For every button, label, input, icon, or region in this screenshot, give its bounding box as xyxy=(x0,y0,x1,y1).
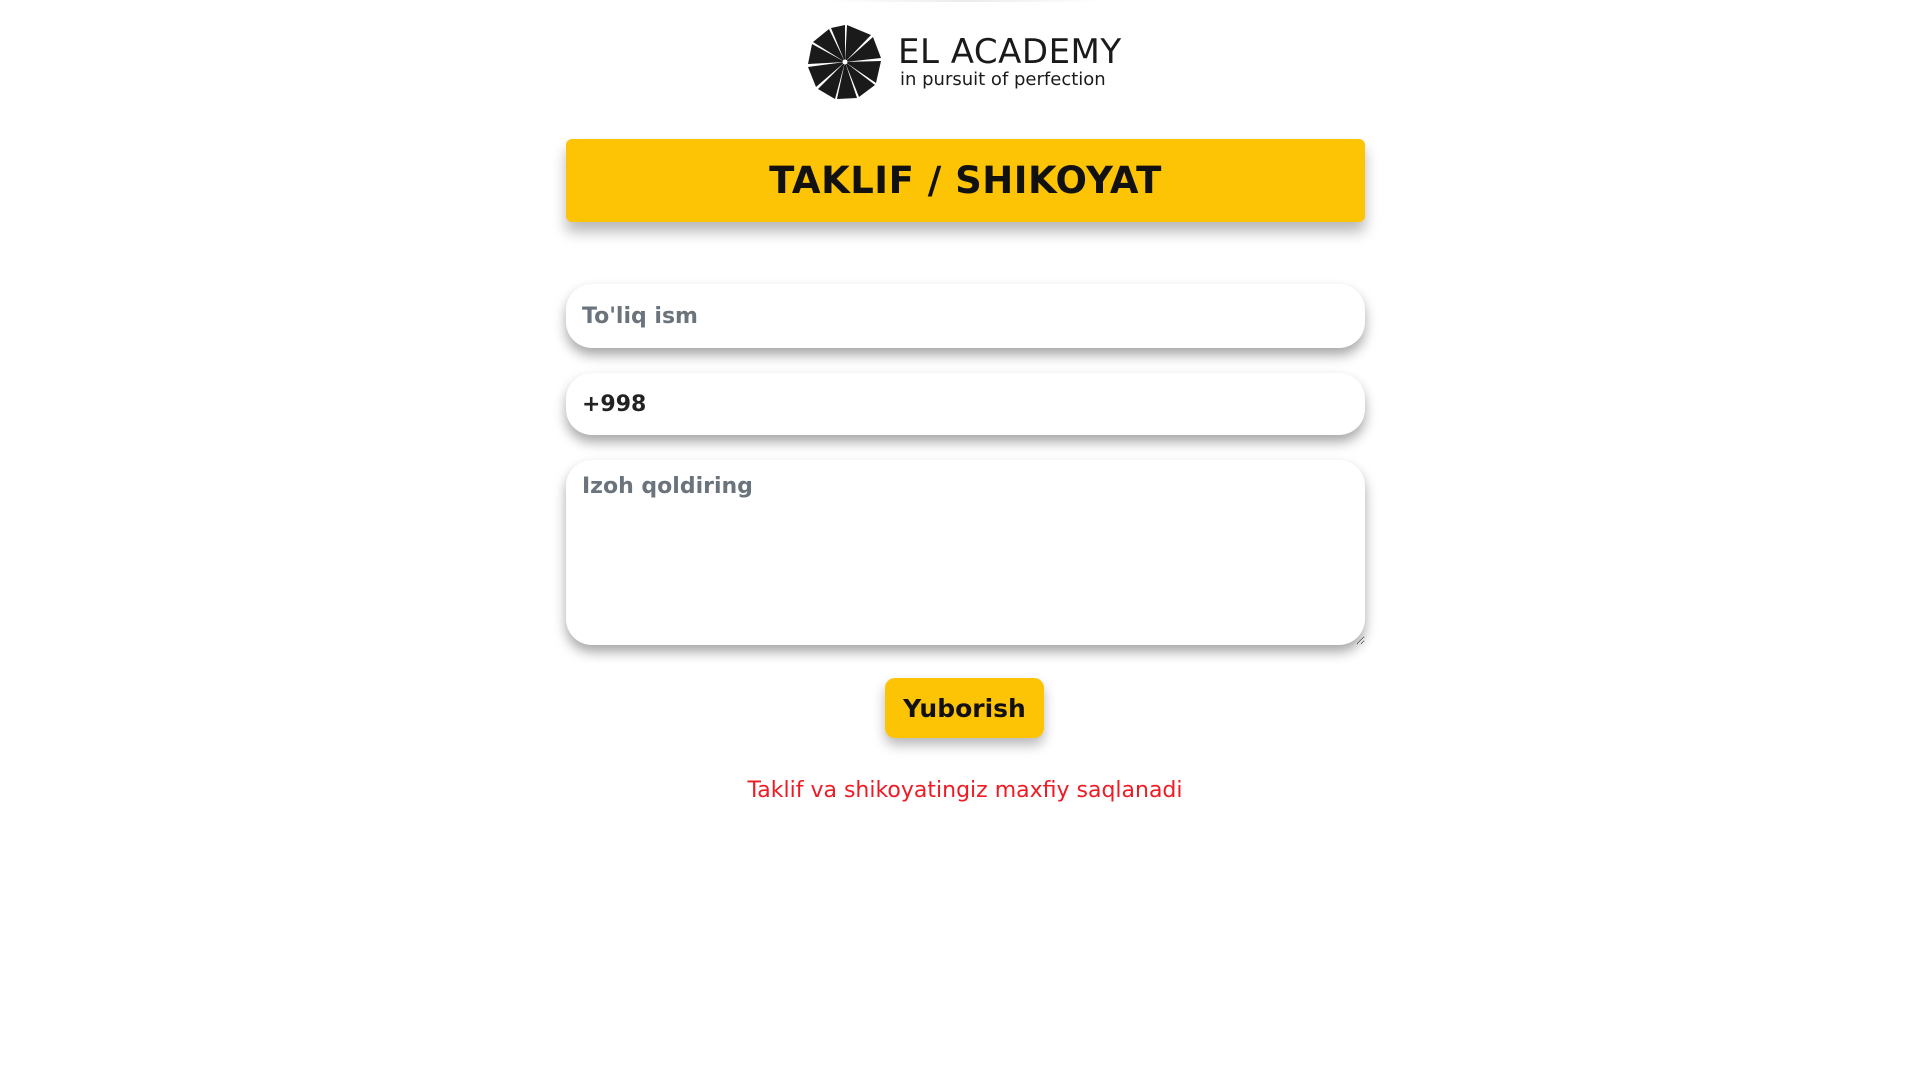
umbrella-logo-icon xyxy=(808,25,881,99)
comment-textarea[interactable] xyxy=(566,460,1365,645)
privacy-note: Taklif va shikoyatingiz maxfiy saqlanadi xyxy=(747,778,1183,803)
logo: EL ACADEMY in pursuit of perfection xyxy=(808,23,1122,101)
logo-text: EL ACADEMY in pursuit of perfection xyxy=(898,34,1122,90)
logo-title: EL ACADEMY xyxy=(898,32,1122,72)
submit-button[interactable]: Yuborish xyxy=(885,678,1044,738)
full-name-input[interactable] xyxy=(566,284,1365,348)
page-title: TAKLIF / SHIKOYAT xyxy=(769,159,1162,202)
phone-input[interactable] xyxy=(566,373,1365,435)
logo-subtitle: in pursuit of perfection xyxy=(900,69,1106,90)
form-title-banner: TAKLIF / SHIKOYAT xyxy=(566,139,1365,222)
feedback-page: EL ACADEMY in pursuit of perfection TAKL… xyxy=(0,0,1920,1080)
top-divider xyxy=(826,0,1106,2)
